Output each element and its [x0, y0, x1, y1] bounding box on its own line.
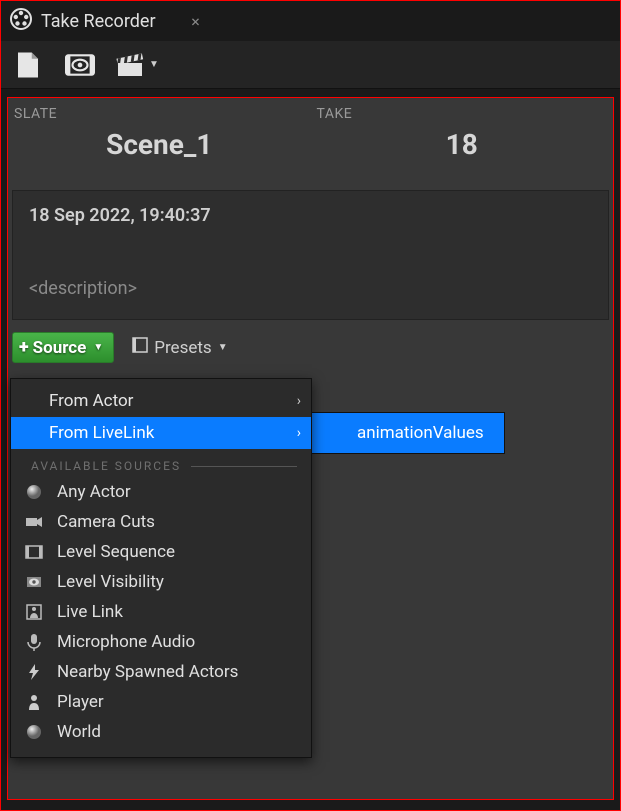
slate-value: Scene_1 [14, 128, 305, 161]
add-source-button[interactable]: + Source ▼ [12, 332, 114, 363]
toolbar: ▼ [1, 41, 620, 89]
description-placeholder[interactable]: <description> [29, 278, 592, 299]
pawn-icon [25, 693, 43, 711]
source-item-live-link[interactable]: Live Link [11, 597, 311, 627]
timestamp-text: 18 Sep 2022, 19:40:37 [29, 205, 592, 226]
dropdown-heading: AVAILABLE SOURCES [11, 449, 311, 477]
source-item-level-sequence[interactable]: Level Sequence [11, 537, 311, 567]
close-icon[interactable]: × [186, 11, 206, 31]
chevron-down-icon: ▼ [149, 59, 159, 70]
mic-icon [25, 633, 43, 651]
tab-title: Take Recorder [41, 11, 156, 32]
source-item-camera-cuts[interactable]: Camera Cuts [11, 507, 311, 537]
take-value: 18 [317, 128, 608, 161]
metadata-box[interactable]: 18 Sep 2022, 19:40:37 <description> [12, 190, 609, 320]
source-item-label: Player [57, 692, 104, 712]
presets-button-label: Presets [154, 338, 211, 358]
source-item-level-visibility[interactable]: Level Visibility [11, 567, 311, 597]
source-item-any-actor[interactable]: Any Actor [11, 477, 311, 507]
tab-take-recorder[interactable]: Take Recorder × [1, 1, 216, 41]
take-recorder-window: Take Recorder × ▼ SLATE Scene_1 TAKE 18 [0, 0, 621, 811]
source-item-label: Camera Cuts [57, 512, 155, 532]
new-take-button[interactable] [11, 48, 45, 82]
take-column[interactable]: TAKE 18 [311, 98, 614, 186]
source-item-label: Nearby Spawned Actors [57, 662, 238, 682]
source-item-microphone-audio[interactable]: Microphone Audio [11, 627, 311, 657]
chevron-down-icon: ▼ [218, 342, 228, 353]
slate-column[interactable]: SLATE Scene_1 [8, 98, 311, 186]
menu-item-from-actor[interactable]: From Actor › [11, 385, 311, 417]
menu-item-label: From LiveLink [49, 423, 154, 443]
sequence-icon [25, 543, 43, 561]
sphere-icon [25, 483, 43, 501]
reel-icon [9, 7, 33, 35]
review-take-button[interactable] [63, 48, 97, 82]
menu-item-label: From Actor [49, 391, 133, 411]
camera-icon [25, 513, 43, 531]
slate-label: SLATE [14, 106, 305, 122]
livelink-icon [25, 603, 43, 621]
source-item-label: Level Sequence [57, 542, 175, 562]
source-button-label: Source [33, 338, 87, 358]
bolt-icon [25, 663, 43, 681]
presets-button[interactable]: Presets ▼ [126, 333, 233, 362]
eye-icon [25, 573, 43, 591]
source-item-label: Any Actor [57, 482, 131, 502]
divider [191, 466, 297, 467]
presets-icon [132, 337, 148, 358]
chevron-right-icon: › [297, 393, 301, 409]
source-item-player[interactable]: Player [11, 687, 311, 717]
plus-icon: + [19, 337, 29, 358]
take-label: TAKE [317, 106, 608, 122]
source-item-label: Microphone Audio [57, 632, 195, 652]
slate-take-row: SLATE Scene_1 TAKE 18 [8, 98, 613, 186]
source-item-label: Level Visibility [57, 572, 164, 592]
menu-item-from-livelink[interactable]: From LiveLink › [11, 417, 311, 449]
source-item-label: Live Link [57, 602, 123, 622]
source-item-world[interactable]: World [11, 717, 311, 747]
source-dropdown: From Actor › From LiveLink › AVAILABLE S… [10, 378, 312, 758]
source-item-label: World [57, 722, 101, 742]
clapperboard-menu-button[interactable]: ▼ [115, 48, 159, 82]
chevron-right-icon: › [297, 425, 301, 441]
main-panel: SLATE Scene_1 TAKE 18 18 Sep 2022, 19:40… [7, 97, 614, 800]
source-item-nearby-spawned-actors[interactable]: Nearby Spawned Actors [11, 657, 311, 687]
chevron-down-icon: ▼ [93, 342, 103, 353]
tab-bar: Take Recorder × [1, 1, 620, 41]
source-bar: + Source ▼ Presets ▼ [8, 326, 613, 369]
submenu-item-animationvalues[interactable]: animationValues [309, 413, 504, 453]
livelink-submenu: animationValues [308, 412, 505, 454]
sphere-icon [25, 723, 43, 741]
